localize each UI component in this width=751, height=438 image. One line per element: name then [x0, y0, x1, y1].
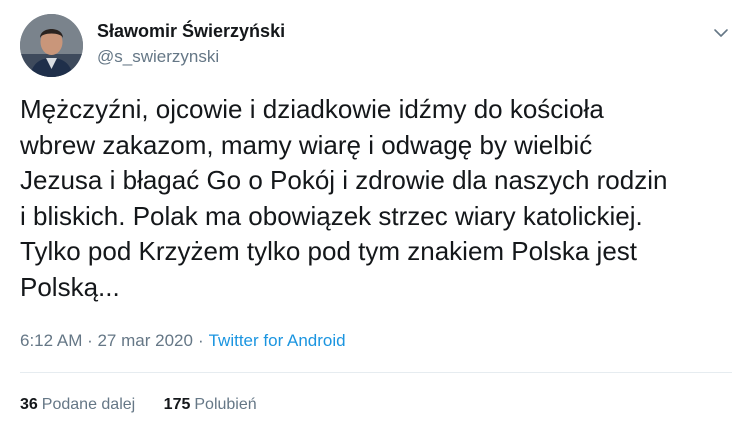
chevron-down-icon[interactable]: [710, 22, 732, 44]
tweet-card: Sławomir Świerzyński @s_swierzynski Mężc…: [0, 0, 751, 438]
retweets-count: 36: [20, 396, 38, 413]
likes-count: 175: [163, 396, 191, 413]
tweet-metadata: 6:12 AM · 27 mar 2020 · Twitter for Androi…: [20, 331, 346, 351]
meta-separator: ·: [197, 331, 204, 350]
likes-stat[interactable]: 175 Polubień: [164, 396, 257, 414]
author-display-name[interactable]: Sławomir Świerzyński: [97, 21, 285, 42]
divider: [20, 372, 732, 373]
author-handle[interactable]: @s_swierzynski: [97, 47, 219, 67]
tweet-source-link[interactable]: Twitter for Android: [209, 331, 346, 350]
avatar-image: [20, 14, 83, 77]
likes-label: Polubień: [194, 396, 257, 413]
tweet-stats: 36 Podane dalej 175 Polubień: [20, 396, 257, 414]
retweets-stat[interactable]: 36 Podane dalej: [20, 396, 135, 414]
retweets-label: Podane dalej: [41, 396, 136, 413]
avatar[interactable]: [20, 14, 83, 77]
tweet-text: Mężczyźni, ojcowie i dziadkowie idźmy do…: [20, 94, 668, 302]
tweet-timestamp[interactable]: 6:12 AM · 27 mar 2020: [20, 331, 193, 350]
